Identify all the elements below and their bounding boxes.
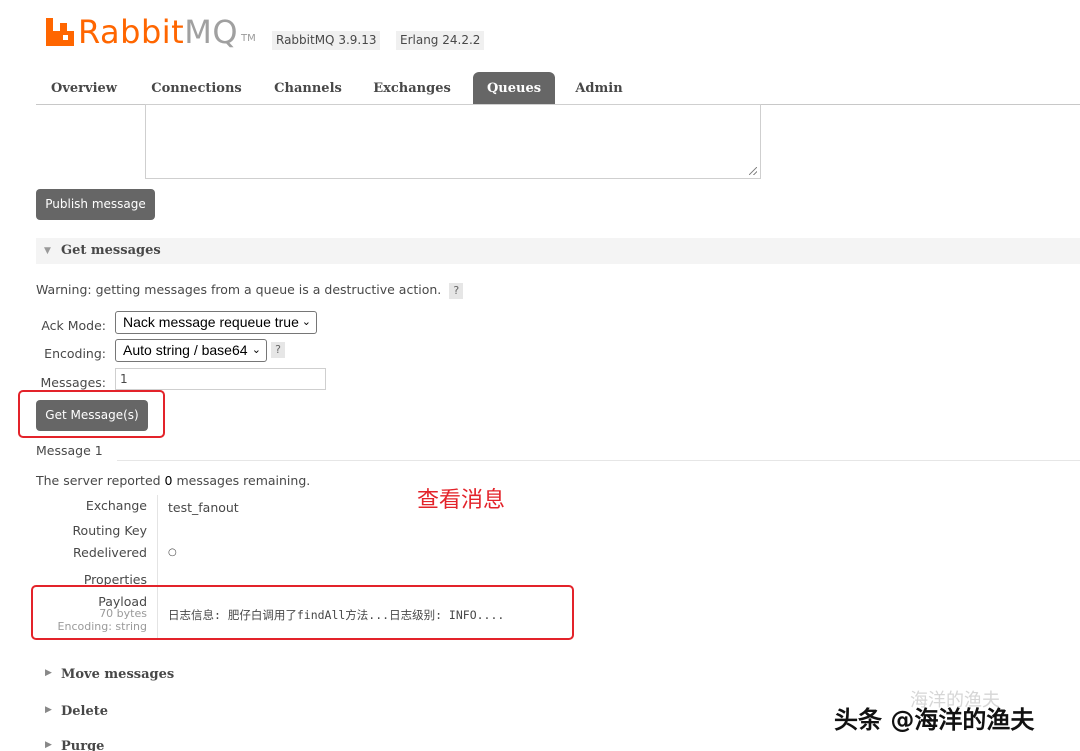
logo-trademark: TM: [241, 33, 256, 44]
purge-section[interactable]: ▶ Purge: [36, 734, 436, 751]
erlang-version-badge: Erlang 24.2.2: [396, 31, 485, 50]
collapsed-triangle-icon: ▶: [45, 705, 52, 715]
encoding-select[interactable]: Auto string / base64 ⌄: [115, 339, 267, 362]
tab-exchanges[interactable]: Exchanges: [362, 72, 462, 105]
messages-count-input[interactable]: 1: [115, 368, 326, 390]
exchange-value: test_fanout: [168, 500, 239, 515]
publish-payload-textarea[interactable]: [145, 104, 761, 179]
payload-encoding: Encoding: string: [57, 620, 147, 633]
delete-section[interactable]: ▶ Delete: [36, 699, 436, 725]
chevron-down-icon: ⌄: [251, 344, 261, 356]
help-icon[interactable]: ?: [449, 283, 464, 299]
message-divider: [117, 460, 1080, 461]
payload-size: 70 bytes: [99, 607, 147, 620]
ack-mode-label: Ack Mode:: [41, 318, 106, 333]
get-messages-title: Get messages: [61, 243, 161, 258]
resize-grip-icon[interactable]: [749, 167, 757, 175]
publish-message-button[interactable]: Publish message: [36, 189, 155, 220]
encoding-help-icon[interactable]: ?: [271, 342, 285, 358]
logo-brand-text: Rabbit: [78, 13, 185, 51]
chevron-down-icon: ⌄: [301, 316, 311, 328]
expanded-triangle-icon: ▼: [44, 246, 51, 256]
move-messages-section[interactable]: ▶ Move messages: [36, 662, 436, 688]
collapsed-triangle-icon: ▶: [45, 740, 52, 750]
tab-queues[interactable]: Queues: [473, 72, 555, 105]
exchange-label: Exchange: [85, 498, 147, 513]
message-heading: Message 1: [36, 443, 103, 458]
get-messages-button[interactable]: Get Message(s): [36, 400, 148, 431]
redelivered-indicator: ○: [168, 547, 177, 558]
rabbitmq-version-badge: RabbitMQ 3.9.13: [272, 31, 381, 50]
encoding-value: Auto string / base64: [123, 342, 248, 358]
encoding-label: Encoding:: [44, 346, 106, 361]
collapsed-triangle-icon: ▶: [45, 668, 52, 678]
server-reported-text: The server reported 0 messages remaining…: [36, 473, 311, 488]
rabbit-logo-icon: [46, 18, 74, 46]
main-nav-tabs: Overview Connections Channels Exchanges …: [36, 72, 1080, 105]
annotation-view-message: 查看消息: [417, 488, 506, 513]
messages-count-label: Messages:: [40, 375, 106, 390]
payload-value: 日志信息: 肥仔白调用了findAll方法...日志级别: INFO....: [168, 608, 505, 622]
ack-mode-value: Nack message requeue true: [123, 314, 299, 330]
redelivered-label: Redelivered: [73, 545, 147, 560]
tab-connections[interactable]: Connections: [140, 72, 253, 105]
destructive-warning: Warning: getting messages from a queue i…: [36, 282, 464, 299]
watermark-main: 头条 @海洋的渔夫: [834, 706, 1035, 734]
tab-overview[interactable]: Overview: [36, 72, 132, 105]
get-messages-section-header[interactable]: ▼ Get messages: [36, 238, 1080, 264]
ack-mode-select[interactable]: Nack message requeue true ⌄: [115, 311, 317, 334]
tab-channels[interactable]: Channels: [262, 72, 354, 105]
logo-mq-text: MQ: [184, 13, 238, 51]
routing-key-label: Routing Key: [72, 523, 147, 538]
tab-admin[interactable]: Admin: [563, 72, 635, 105]
rabbitmq-logo[interactable]: RabbitMQ TM: [46, 12, 256, 52]
